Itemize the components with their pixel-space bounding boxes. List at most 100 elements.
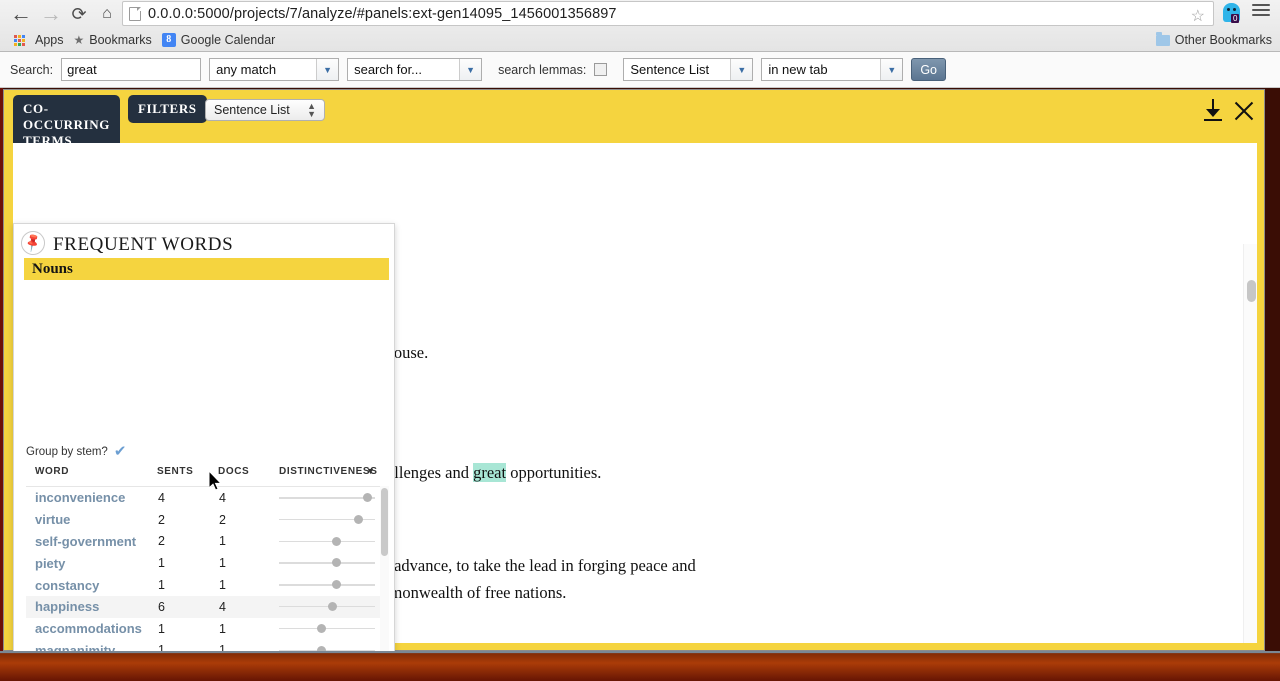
distinctiveness-slider[interactable] xyxy=(279,558,375,568)
go-button[interactable]: Go xyxy=(911,58,947,81)
word-table-row[interactable]: self-government 2 1 xyxy=(26,531,384,553)
apps-grid-icon[interactable] xyxy=(14,34,25,46)
column-header-distinctiveness[interactable]: DISTINCTIVENESS xyxy=(279,466,377,477)
other-bookmarks-button[interactable]: Other Bookmarks xyxy=(1155,31,1272,47)
slider-track xyxy=(279,584,375,586)
distinctiveness-slider[interactable] xyxy=(279,536,375,546)
slider-track xyxy=(279,497,375,499)
word-label[interactable]: happiness xyxy=(35,599,99,614)
column-header-docs[interactable]: DOCS xyxy=(218,466,249,477)
home-icon[interactable]: ⌂ xyxy=(94,2,120,26)
google-calendar-icon: 8 xyxy=(161,33,176,47)
slider-knob[interactable] xyxy=(363,493,372,502)
word-label[interactable]: accommodations xyxy=(35,621,142,636)
frequent-words-panel: 📌 FREQUENT WORDS Nouns Group by stem? ✔ … xyxy=(13,223,395,681)
slider-knob[interactable] xyxy=(332,536,341,546)
hamburger-menu-icon[interactable] xyxy=(1252,4,1270,19)
word-label[interactable]: piety xyxy=(35,556,65,571)
extension-badge-count: 0 xyxy=(1231,14,1240,23)
word-label[interactable]: constancy xyxy=(35,578,99,593)
search-lemmas-checkbox[interactable] xyxy=(594,63,608,76)
sentence-fragment: opportunities. xyxy=(506,463,602,482)
word-table-row[interactable]: piety 1 1 xyxy=(26,552,384,574)
word-table-row[interactable]: happiness 6 4 xyxy=(26,595,384,618)
docs-count: 1 xyxy=(219,556,226,571)
word-label[interactable]: inconvenience xyxy=(35,490,125,505)
bookmark-google-calendar[interactable]: 8 Google Calendar xyxy=(161,33,276,47)
match-mode-select[interactable]: any match ▼ xyxy=(209,58,340,81)
distinctiveness-slider[interactable] xyxy=(279,514,375,524)
extension-icon[interactable]: 0 xyxy=(1222,3,1244,25)
match-mode-value: any match xyxy=(216,62,277,77)
column-header-word[interactable]: WORD xyxy=(35,466,69,477)
docs-count: 2 xyxy=(219,512,226,527)
distinctiveness-slider[interactable] xyxy=(279,580,375,590)
close-icon[interactable] xyxy=(1232,98,1256,124)
sents-count: 6 xyxy=(158,599,165,614)
bookmarks-bar: Apps ★ Bookmarks 8 Google Calendar Other… xyxy=(0,28,1280,52)
bookmark-apps-label: Apps xyxy=(35,33,64,47)
bookmark-bookmarks[interactable]: ★ Bookmarks xyxy=(74,33,152,47)
slider-knob[interactable] xyxy=(354,514,363,524)
group-by-stem-row[interactable]: Group by stem? ✔ xyxy=(26,444,127,459)
distinctiveness-slider[interactable] xyxy=(279,493,375,502)
search-for-select[interactable]: search for... ▼ xyxy=(347,58,483,81)
sort-descending-caret-icon[interactable]: ▼ xyxy=(366,466,376,476)
distinctiveness-slider[interactable] xyxy=(279,623,375,633)
view-mode-value: Sentence List xyxy=(630,62,710,77)
address-bar[interactable]: 0.0.0.0:5000/projects/7/analyze/#panels:… xyxy=(122,1,1214,26)
search-label: Search: xyxy=(10,62,54,77)
panel-type-select[interactable]: Sentence List ▲ ▼ xyxy=(205,99,325,121)
download-icon[interactable] xyxy=(1202,98,1224,124)
view-mode-select[interactable]: Sentence List ▼ xyxy=(623,58,754,81)
checkmark-icon[interactable]: ✔ xyxy=(114,444,127,459)
open-target-select[interactable]: in new tab ▼ xyxy=(761,58,904,81)
panel-type-value: Sentence List xyxy=(214,103,290,117)
word-table-row[interactable]: constancy 1 1 xyxy=(26,574,384,596)
star-icon: ★ xyxy=(73,33,85,47)
docs-count: 1 xyxy=(219,534,226,549)
distinctiveness-slider[interactable] xyxy=(279,601,375,611)
forward-arrow-icon[interactable]: → xyxy=(38,2,64,26)
group-by-stem-label: Group by stem? xyxy=(26,446,108,458)
search-for-placeholder: search for... xyxy=(354,62,423,77)
browser-chrome: ← → ⟳ ⌂ 0.0.0.0:5000/projects/7/analyze/… xyxy=(0,0,1280,52)
slider-knob[interactable] xyxy=(317,623,326,633)
bookmark-google-calendar-label: Google Calendar xyxy=(180,33,276,47)
sents-count: 2 xyxy=(158,512,165,527)
word-label[interactable]: self-government xyxy=(35,534,136,549)
tab-filters[interactable]: FILTERS xyxy=(128,95,207,123)
section-nouns[interactable]: Nouns xyxy=(24,258,389,280)
screen: ← → ⟳ ⌂ 0.0.0.0:5000/projects/7/analyze/… xyxy=(0,0,1280,681)
sheet-scrollbar[interactable] xyxy=(1243,244,1257,643)
word-label[interactable]: virtue xyxy=(35,512,70,527)
desktop-background xyxy=(0,651,1280,681)
word-table-row[interactable]: accommodations 1 1 xyxy=(26,618,384,640)
slider-track xyxy=(279,627,375,630)
search-toolbar: Search: great any match ▼ search for... … xyxy=(0,52,1280,88)
chevron-down-icon: ▼ xyxy=(316,59,339,80)
docs-count: 1 xyxy=(219,578,226,593)
slider-knob[interactable] xyxy=(332,558,341,568)
word-table-row[interactable]: inconvenience 4 4 xyxy=(26,487,384,509)
bookmark-apps[interactable]: Apps xyxy=(35,33,64,47)
pin-icon[interactable]: 📌 xyxy=(16,226,50,260)
stepper-icon: ▲ ▼ xyxy=(307,101,316,119)
slider-track xyxy=(279,562,375,564)
search-input[interactable]: great xyxy=(61,58,202,81)
reload-icon[interactable]: ⟳ xyxy=(66,2,92,26)
word-table-row[interactable]: virtue 2 2 xyxy=(26,509,384,531)
word-table-header: WORD SENTS DOCS DISTINCTIVENESS ▼ xyxy=(26,466,384,483)
column-header-sents[interactable]: SENTS xyxy=(157,466,193,477)
back-arrow-icon[interactable]: ← xyxy=(8,2,34,26)
sents-count: 2 xyxy=(158,534,165,549)
app-window: CO-OCCURRING TERMS FILTERS Sentence List… xyxy=(3,89,1265,681)
word-table-vscrollbar-thumb[interactable] xyxy=(381,488,388,556)
docs-count: 4 xyxy=(219,490,226,505)
panel-actions xyxy=(1202,98,1256,124)
sheet-scrollbar-thumb[interactable] xyxy=(1247,280,1256,302)
bookmark-star-icon[interactable]: ☆ xyxy=(1191,6,1205,26)
slider-knob[interactable] xyxy=(332,580,341,590)
open-target-value: in new tab xyxy=(768,62,828,77)
slider-knob[interactable] xyxy=(328,601,337,611)
